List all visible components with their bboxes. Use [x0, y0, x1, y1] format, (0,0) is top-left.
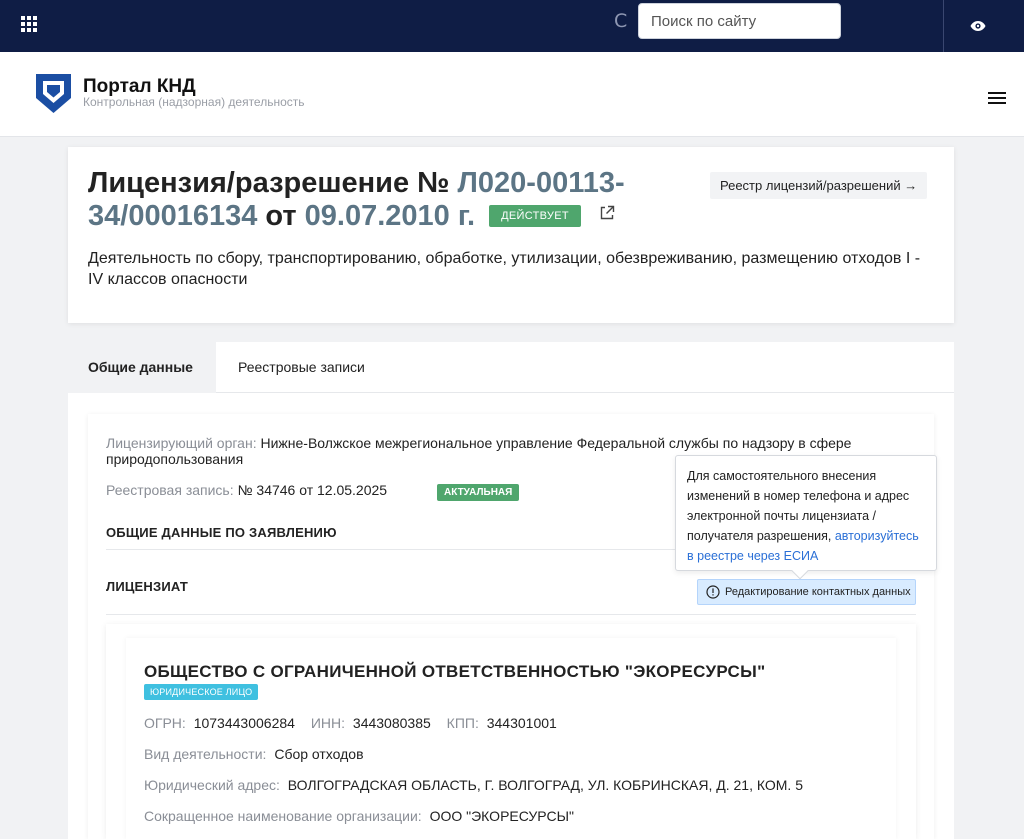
eye-icon[interactable]	[970, 20, 986, 32]
legal-address-label: Юридический адрес:	[144, 777, 280, 793]
tab-registry-records[interactable]: Реестровые записи	[218, 342, 385, 393]
license-description: Деятельность по сбору, транспортированию…	[88, 250, 921, 288]
short-name-row: Сокращенное наименование организации: ОО…	[144, 808, 574, 824]
section-divider	[106, 614, 916, 615]
legal-address-row: Юридический адрес: ВОЛГОГРАДСКАЯ ОБЛАСТЬ…	[144, 777, 803, 793]
license-status-badge: ДЕЙСТВУЕТ	[489, 205, 581, 227]
loading-spinner-icon: C	[614, 10, 628, 32]
activity-value: Сбор отходов	[274, 746, 364, 762]
registry-record-value: № 34746 от 12.05.2025	[237, 482, 388, 498]
registry-link-button[interactable]: Реестр лицензий/разрешений →	[710, 172, 928, 199]
tooltip-arrow	[791, 562, 809, 580]
info-circle-icon	[706, 585, 720, 599]
tabs-panel: Общие данные Реестровые записи Лицензиру…	[68, 342, 954, 839]
ogrn-label: ОГРН:	[144, 715, 186, 731]
tabs-bar: Общие данные Реестровые записи	[68, 342, 954, 393]
portal-logo-icon[interactable]	[36, 74, 71, 113]
licensee-inner-card: ОБЩЕСТВО С ОГРАНИЧЕННОЙ ОТВЕТСТВЕННОСТЬЮ…	[126, 638, 896, 839]
licensee-card: ОБЩЕСТВО С ОГРАНИЧЕННОЙ ОТВЕТСТВЕННОСТЬЮ…	[106, 624, 916, 839]
license-card: Лицензия/разрешение № Л020-00113-34/0001…	[68, 147, 954, 323]
top-bar: C	[0, 0, 1024, 52]
inn-label: ИНН:	[310, 715, 346, 731]
apps-grid-icon[interactable]	[21, 16, 37, 32]
hamburger-menu-icon[interactable]	[988, 92, 1006, 106]
site-header: Портал КНД Контрольная (надзорная) деяте…	[0, 52, 1024, 137]
license-title-from: от	[257, 200, 305, 232]
ogrn-value: 1073443006284	[193, 715, 295, 731]
general-info-card: Лицензирующий орган: Нижне-Волжское межр…	[88, 414, 937, 839]
contact-edit-tooltip: Для самостоятельного внесения изменений …	[675, 455, 937, 580]
license-title: Лицензия/разрешение № Л020-00113-34/0001…	[88, 167, 698, 233]
kpp-label: КПП:	[446, 715, 479, 731]
section-licensee-heading[interactable]: ЛИЦЕНЗИАТ	[106, 579, 188, 594]
license-title-prefix: Лицензия/разрешение №	[88, 167, 458, 199]
tab-general-data[interactable]: Общие данные	[68, 342, 216, 393]
licensing-body-label: Лицензирующий орган:	[106, 435, 257, 451]
edit-contacts-label: Редактирование контактных данных	[725, 586, 911, 598]
license-date: 09.07.2010 г.	[304, 200, 476, 232]
topbar-divider	[943, 0, 944, 52]
external-link-icon[interactable]	[599, 205, 615, 221]
activity-row: Вид деятельности: Сбор отходов	[144, 746, 364, 762]
registry-record-label: Реестровая запись:	[106, 482, 234, 498]
activity-label: Вид деятельности:	[144, 746, 267, 762]
short-name-value: ООО "ЭКОРЕСУРСЫ"	[429, 808, 574, 824]
licensee-name: ОБЩЕСТВО С ОГРАНИЧЕННОЙ ОТВЕТСТВЕННОСТЬЮ…	[144, 662, 766, 681]
search-input[interactable]	[638, 3, 841, 39]
portal-subtitle: Контрольная (надзорная) деятельность	[83, 95, 305, 109]
registry-record-row: Реестровая запись: № 34746 от 12.05.2025	[106, 482, 387, 498]
section-application-heading[interactable]: ОБЩИЕ ДАННЫЕ ПО ЗАЯВЛЕНИЮ	[106, 525, 337, 540]
licensee-ids-row: ОГРН: 1073443006284 ИНН: 3443080385 КПП:…	[144, 715, 557, 731]
short-name-label: Сокращенное наименование организации:	[144, 808, 422, 824]
edit-contacts-button[interactable]: Редактирование контактных данных	[697, 579, 916, 605]
inn-value: 3443080385	[352, 715, 431, 731]
registry-status-badge: АКТУАЛЬНАЯ	[437, 484, 520, 501]
entity-type-badge: ЮРИДИЧЕСКОЕ ЛИЦО	[144, 684, 259, 700]
legal-address-value: ВОЛГОГРАДСКАЯ ОБЛАСТЬ, Г. ВОЛГОГРАД, УЛ.…	[287, 777, 803, 793]
kpp-value: 344301001	[486, 715, 557, 731]
